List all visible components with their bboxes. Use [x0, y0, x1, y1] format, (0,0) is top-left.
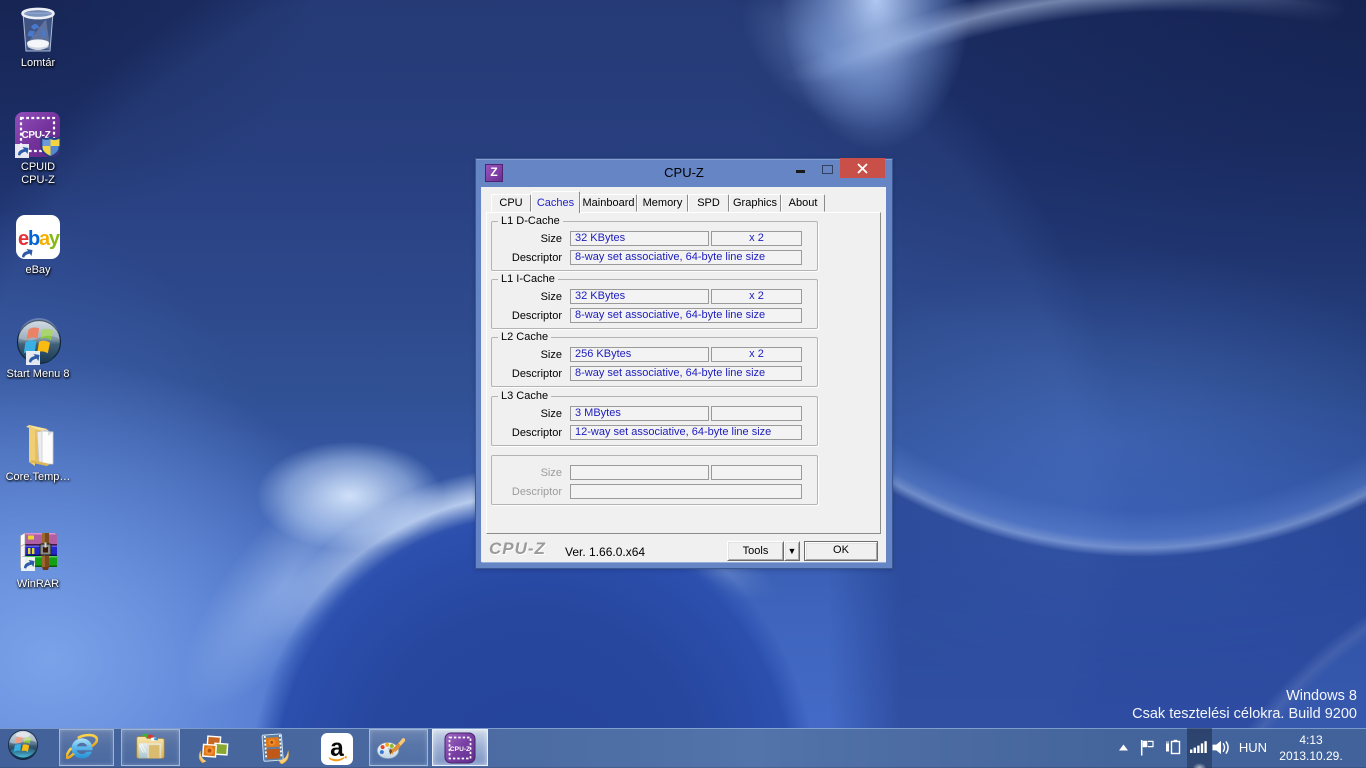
- svg-text:ebay: ebay: [18, 228, 61, 250]
- svg-text:CPU-Z: CPU-Z: [450, 746, 470, 753]
- svg-text:a: a: [330, 735, 344, 762]
